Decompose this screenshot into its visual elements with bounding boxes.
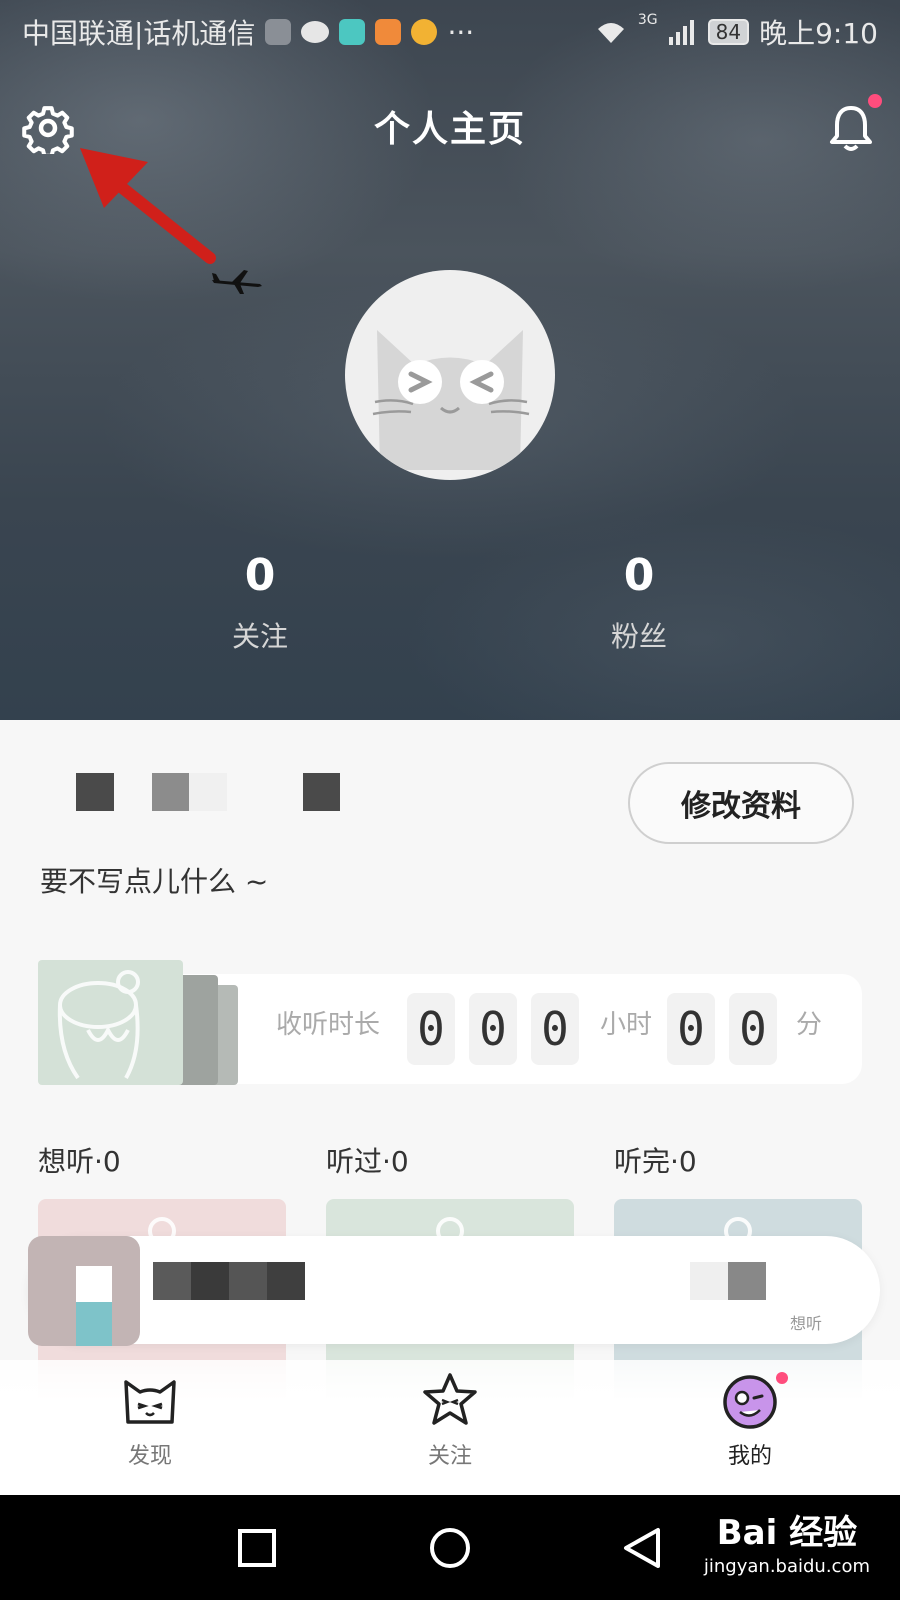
followers-count: 0 [623, 550, 655, 601]
signal-icon [668, 20, 694, 45]
baidu-jingyan-watermark: Bai 经验 jingyan.baidu.com [704, 1505, 870, 1577]
tab-discover[interactable]: 发现 [70, 1370, 230, 1470]
notification-app-icon [375, 19, 402, 45]
notification-app-icon [265, 19, 292, 45]
following-stat[interactable]: 0 关注 [190, 550, 330, 655]
bio-text[interactable]: 要不写点儿什么 ~ [40, 860, 268, 900]
minutes-digit: 0 [667, 993, 715, 1065]
red-arrow-annotation [80, 148, 216, 264]
battery-indicator: 84 [707, 19, 750, 45]
redaction-block [267, 1262, 305, 1300]
mini-player-cover[interactable] [28, 1236, 140, 1346]
redaction-block [76, 1302, 112, 1346]
redaction-block [189, 773, 227, 811]
clock: 晚上9:10 [759, 17, 878, 50]
star-face-icon [423, 1373, 477, 1425]
home-circle-icon[interactable] [427, 1525, 473, 1571]
cat-avatar-icon [372, 330, 530, 470]
back-triangle-icon[interactable] [620, 1525, 666, 1571]
status-bar: 中国联通|话机通信 ··· 3G 84 晚上9:10 [0, 0, 900, 64]
settings-gear-icon[interactable] [22, 102, 74, 154]
profile-header-background: 中国联通|话机通信 ··· 3G 84 晚上9:10 个人主页 0 关注 0 粉… [0, 0, 900, 720]
followers-stat[interactable]: 0 粉丝 [569, 550, 709, 655]
airplane-silhouette [212, 270, 262, 294]
soda-can-illustration-icon [57, 970, 140, 1080]
wifi-icon [597, 23, 624, 43]
watermark-main: Bai 经验 [716, 1513, 858, 1553]
minutes-digit: 0 [729, 993, 777, 1065]
hours-digit: 0 [407, 993, 455, 1065]
status-bar-right: 3G 84 晚上9:10 [594, 12, 878, 52]
redaction-block [153, 1262, 191, 1300]
tab-label: 发现 [127, 1444, 172, 1469]
cover-thumbnail [38, 960, 183, 1085]
network-type-label: 3G [637, 12, 658, 28]
mini-player-hint: 想听 [790, 1314, 823, 1333]
tab-notification-badge [776, 1372, 788, 1384]
wink-face-icon [723, 1375, 777, 1429]
hours-digit: 0 [531, 993, 579, 1065]
redaction-block [690, 1262, 728, 1300]
finished-title[interactable]: 听完·0 [614, 1140, 697, 1180]
redaction-block [728, 1262, 766, 1300]
page-title: 个人主页 [373, 109, 526, 150]
tab-following[interactable]: 关注 [370, 1370, 530, 1470]
bottom-tab-bar: 发现 关注 我的 [0, 1360, 900, 1495]
notification-app-icon [411, 19, 438, 45]
following-label: 关注 [231, 620, 288, 653]
minutes-unit: 分 [796, 1010, 823, 1040]
redaction-block [229, 1262, 267, 1300]
notification-badge [868, 94, 882, 108]
redaction-block [151, 773, 189, 811]
notification-bell-icon[interactable] [826, 102, 876, 154]
hours-digit: 0 [469, 993, 517, 1065]
more-notifications-icon: ··· [447, 15, 475, 49]
status-bar-left: 中国联通|话机通信 ··· [22, 12, 474, 52]
recent-covers-stack [38, 940, 238, 1085]
mini-player[interactable] [28, 1236, 880, 1344]
tab-label: 关注 [427, 1444, 472, 1469]
redaction-block [76, 1266, 112, 1302]
cat-face-icon [124, 1380, 176, 1424]
followers-label: 粉丝 [610, 620, 667, 653]
listened-title[interactable]: 听过·0 [326, 1140, 409, 1180]
listening-duration-label: 收听时长 [276, 1010, 381, 1040]
want-to-listen-title[interactable]: 想听·0 [38, 1140, 121, 1180]
notification-app-icon [339, 19, 366, 45]
tab-me[interactable]: 我的 [670, 1370, 830, 1470]
following-count: 0 [244, 550, 276, 601]
avatar[interactable] [345, 270, 555, 480]
redaction-block [302, 773, 340, 811]
watermark-sub: jingyan.baidu.com [703, 1556, 870, 1577]
chat-bubble-icon [301, 21, 330, 43]
hours-unit: 小时 [600, 1010, 653, 1040]
redaction-block [191, 1262, 229, 1300]
nickname-redacted [40, 770, 340, 814]
redaction-block [76, 773, 114, 811]
carrier-name: 中国联通|话机通信 [22, 17, 256, 50]
recent-apps-square-icon[interactable] [234, 1525, 280, 1571]
track-title-redacted [153, 1262, 305, 1300]
tab-label: 我的 [727, 1444, 772, 1469]
edit-profile-button[interactable]: 修改资料 [628, 762, 854, 844]
